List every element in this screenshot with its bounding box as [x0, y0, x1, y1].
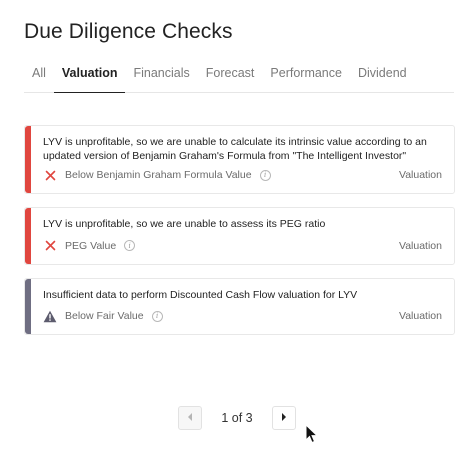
status-bar-fail	[25, 126, 31, 193]
chevron-left-icon	[186, 409, 194, 427]
x-icon	[43, 168, 57, 182]
chevron-right-icon	[280, 409, 288, 427]
tab-financials[interactable]: Financials	[133, 60, 189, 93]
check-label: PEG Value	[65, 239, 117, 252]
tab-forecast[interactable]: Forecast	[206, 60, 255, 93]
tab-performance[interactable]: Performance	[270, 60, 342, 93]
status-bar-fail	[25, 208, 31, 264]
info-icon[interactable]: i	[151, 310, 163, 322]
check-message: LYV is unprofitable, so we are unable to…	[43, 218, 326, 230]
check-card: Insufficient data to perform Discounted …	[24, 277, 455, 335]
info-icon[interactable]: i	[124, 240, 136, 251]
checks-list: LYV is unprofitable, so we are unable to…	[24, 125, 455, 348]
tab-valuation[interactable]: Valuation	[53, 60, 126, 93]
check-message: LYV is unprofitable, so we are unable to…	[43, 136, 427, 162]
page-title: Due Diligence Checks	[24, 20, 233, 43]
next-page-button[interactable]	[271, 406, 296, 430]
check-label: Below Benjamin Graham Formula Value	[65, 169, 252, 181]
check-category: Valuation	[398, 169, 442, 181]
check-category: Valuation	[398, 310, 442, 322]
page-indicator: 1 of 3	[221, 411, 253, 425]
x-icon	[43, 239, 57, 253]
info-icon[interactable]: i	[259, 169, 271, 181]
check-message: Insufficient data to perform Discounted …	[43, 288, 358, 301]
tab-all[interactable]: All	[32, 60, 46, 93]
check-label: Below Fair Value	[65, 310, 144, 322]
pagination: 1 of 3	[0, 405, 474, 431]
tab-dividend[interactable]: Dividend	[358, 60, 407, 93]
previous-page-button[interactable]	[178, 406, 203, 430]
check-card: LYV is unprofitable, so we are unable to…	[24, 207, 455, 265]
warning-icon	[43, 309, 57, 323]
tab-bar: All Valuation Financials Forecast Perfor…	[24, 60, 454, 93]
status-bar-warning	[25, 278, 31, 334]
mouse-cursor-icon	[305, 423, 319, 444]
check-card: LYV is unprofitable, so we are unable to…	[24, 125, 455, 194]
check-category: Valuation	[398, 239, 442, 252]
